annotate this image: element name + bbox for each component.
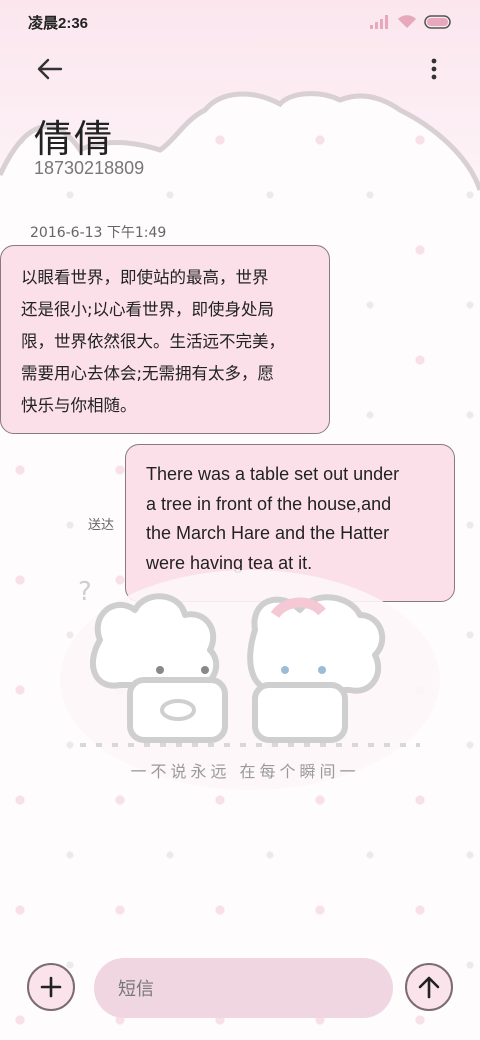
arrow-up-icon (418, 976, 440, 999)
top-bar (0, 44, 480, 94)
delivery-status: 送达 (88, 518, 115, 533)
message-input[interactable]: 短信 (94, 958, 393, 1018)
more-options-button[interactable] (422, 52, 446, 86)
message-line: 需要用心去体会;无需拥有太多，愿 (21, 364, 275, 383)
status-icons (370, 15, 452, 29)
message-line: 快乐与你相随。 (21, 396, 137, 415)
incoming-message-bubble[interactable]: 以眼看世界，即使站的最高，世界 还是很小;以心看世界，即使身处局 限，世界依然很… (0, 245, 330, 434)
plus-icon (40, 976, 62, 998)
wallpaper-caption: 一不说永远 在每个瞬间一 (130, 762, 360, 781)
more-vertical-icon (431, 58, 437, 80)
status-time: 凌晨2:36 (28, 14, 89, 32)
message-line: the March Hare and the Hatter (146, 523, 390, 543)
wifi-icon (398, 15, 416, 28)
send-button[interactable] (405, 963, 453, 1011)
message-composer: 短信 (0, 955, 480, 1025)
message-line: 还是很小;以心看世界，即使身处局 (21, 300, 275, 319)
contact-number[interactable]: 18730218809 (34, 158, 144, 179)
message-line: 限，世界依然很大。生活远不完美， (21, 332, 285, 351)
contact-name: 倩倩 (34, 117, 115, 161)
svg-text:?: ? (78, 577, 92, 607)
message-line: 以眼看世界，即使站的最高，世界 (21, 268, 269, 287)
battery-icon (424, 15, 451, 29)
message-line: There was a table set out under (146, 464, 400, 484)
wallpaper-illustration: ? (60, 570, 440, 790)
signal-icon (370, 15, 388, 29)
message-timestamp: 2016-6-13 下午1:49 (30, 225, 167, 241)
add-attachment-button[interactable] (27, 963, 75, 1011)
status-bar: 凌晨2:36 (0, 0, 480, 44)
arrow-left-icon (37, 58, 63, 80)
message-line: a tree in front of the house,and (146, 493, 392, 514)
back-button[interactable] (30, 52, 70, 86)
